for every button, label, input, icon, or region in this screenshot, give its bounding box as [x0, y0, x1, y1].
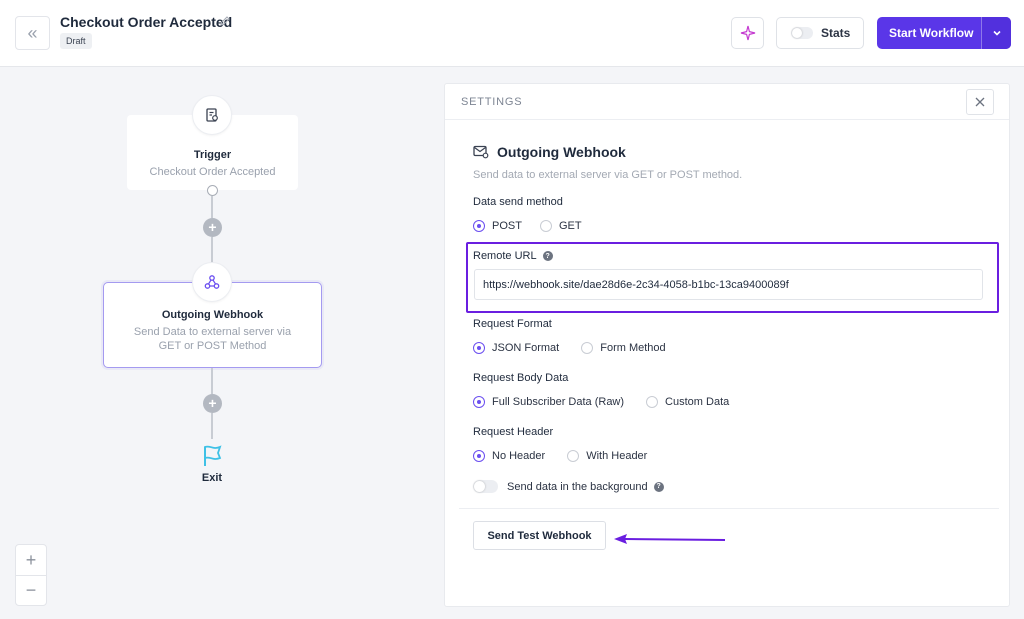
request-body-label: Request Body Data — [473, 372, 568, 384]
radio-json-dot[interactable] — [473, 342, 485, 354]
ai-assist-button[interactable] — [731, 17, 764, 49]
zoom-controls: + − — [15, 544, 47, 606]
background-send-row: Send data in the background ? — [473, 480, 664, 493]
webhook-node-subtitle-line1: Send Data to external server via — [133, 326, 292, 338]
stats-toggle-switch[interactable] — [791, 27, 813, 39]
send-method-label-text: Data send method — [473, 196, 563, 208]
envelope-gear-icon — [473, 145, 489, 159]
settings-panel-header: SETTINGS — [445, 84, 1009, 120]
radio-form-label: Form Method — [600, 342, 666, 354]
connector-line — [211, 237, 213, 263]
double-chevron-left-icon: « — [27, 22, 38, 43]
webhook-node-title: Outgoing Webhook — [161, 309, 264, 321]
clipboard-icon — [206, 108, 218, 122]
remote-url-input[interactable] — [474, 269, 983, 300]
status-badge: Draft — [60, 33, 92, 49]
zoom-out-button[interactable]: − — [16, 575, 46, 605]
webhook-node-icon-wrap — [192, 262, 232, 302]
start-workflow-button[interactable]: Start Workflow — [877, 17, 1011, 49]
radio-post-dot[interactable] — [473, 220, 485, 232]
webhook-node-subtitle-line2: GET or POST Method — [158, 340, 267, 352]
connector-line — [211, 196, 213, 218]
settings-panel: SETTINGS Outgoing Webhook Send data to e… — [444, 83, 1010, 607]
request-header-label: Request Header — [473, 426, 553, 438]
trigger-output-port[interactable] — [207, 185, 218, 196]
request-header-label-text: Request Header — [473, 426, 554, 438]
start-workflow-label: Start Workflow — [889, 26, 974, 40]
radio-no-header[interactable]: No Header — [473, 450, 545, 462]
trigger-node-icon-wrap — [192, 95, 232, 135]
connector-line — [211, 368, 213, 394]
send-method-label: Data send method — [473, 196, 563, 208]
exit-label: Exit — [201, 472, 223, 484]
request-header-radio-group: No Header With Header — [473, 450, 647, 462]
radio-get-label: GET — [558, 220, 582, 232]
stats-toggle-button[interactable]: Stats — [776, 17, 864, 49]
remote-url-label-text: Remote URL — [473, 250, 537, 262]
section-title: Outgoing Webhook — [473, 144, 626, 160]
radio-post[interactable]: POST — [473, 220, 522, 232]
radio-with-header-dot[interactable] — [567, 450, 580, 462]
request-format-label: Request Format — [473, 318, 552, 330]
pencil-icon[interactable] — [219, 15, 231, 27]
close-settings-button[interactable] — [966, 89, 994, 115]
remote-url-label: Remote URL ? — [473, 250, 553, 262]
radio-json-label: JSON Format — [492, 342, 560, 354]
radio-with-header-label: With Header — [586, 450, 648, 462]
request-format-radio-group: JSON Format Form Method — [473, 342, 666, 354]
section-description: Send data to external server via GET or … — [473, 169, 743, 181]
trigger-node-subtitle: Checkout Order Accepted — [149, 166, 276, 178]
settings-panel-title: SETTINGS — [461, 96, 523, 108]
radio-json-format[interactable]: JSON Format — [473, 342, 559, 354]
radio-no-header-dot[interactable] — [473, 450, 485, 462]
section-title-text: Outgoing Webhook — [497, 144, 626, 160]
radio-custom-data-dot[interactable] — [646, 396, 659, 408]
connector-line — [211, 413, 213, 439]
help-icon[interactable]: ? — [542, 251, 553, 261]
sparkle-icon — [740, 25, 755, 41]
top-header: « Checkout Order Accepted Draft Stats St… — [0, 0, 1024, 67]
close-icon — [975, 97, 985, 107]
divider — [459, 508, 999, 509]
exit-flag-icon — [204, 445, 222, 466]
radio-no-header-label: No Header — [492, 450, 546, 462]
radio-form-method[interactable]: Form Method — [581, 342, 666, 354]
radio-with-header[interactable]: With Header — [567, 450, 647, 462]
radio-full-subscriber-data[interactable]: Full Subscriber Data (Raw) — [473, 396, 624, 408]
background-send-toggle[interactable] — [473, 480, 498, 493]
zoom-in-button[interactable]: + — [16, 545, 46, 575]
request-format-label-text: Request Format — [473, 318, 552, 330]
workflow-title: Checkout Order Accepted — [60, 14, 233, 30]
stats-label: Stats — [821, 26, 851, 40]
start-dropdown-button[interactable] — [981, 17, 1011, 49]
radio-get-dot[interactable] — [539, 220, 552, 232]
chevron-down-icon — [992, 30, 1001, 36]
help-icon[interactable]: ? — [653, 481, 664, 492]
send-test-webhook-button[interactable]: Send Test Webhook — [473, 521, 606, 550]
radio-full-data-label: Full Subscriber Data (Raw) — [492, 396, 625, 408]
background-send-label: Send data in the background — [507, 480, 648, 493]
radio-get[interactable]: GET — [539, 220, 582, 232]
annotation-arrow-icon — [614, 534, 726, 544]
radio-post-label: POST — [492, 220, 522, 232]
radio-full-data-dot[interactable] — [473, 396, 485, 408]
radio-custom-data[interactable]: Custom Data — [646, 396, 729, 408]
add-step-button[interactable]: + — [203, 218, 222, 237]
trigger-node-title: Trigger — [193, 149, 232, 161]
radio-form-dot[interactable] — [581, 342, 594, 354]
request-body-radio-group: Full Subscriber Data (Raw) Custom Data — [473, 396, 729, 408]
add-step-button[interactable]: + — [203, 394, 222, 413]
radio-custom-data-label: Custom Data — [665, 396, 730, 408]
collapse-back-button[interactable]: « — [15, 16, 50, 50]
webhook-icon — [204, 275, 220, 289]
send-method-radio-group: POST GET — [473, 220, 582, 232]
request-body-label-text: Request Body Data — [473, 372, 569, 384]
